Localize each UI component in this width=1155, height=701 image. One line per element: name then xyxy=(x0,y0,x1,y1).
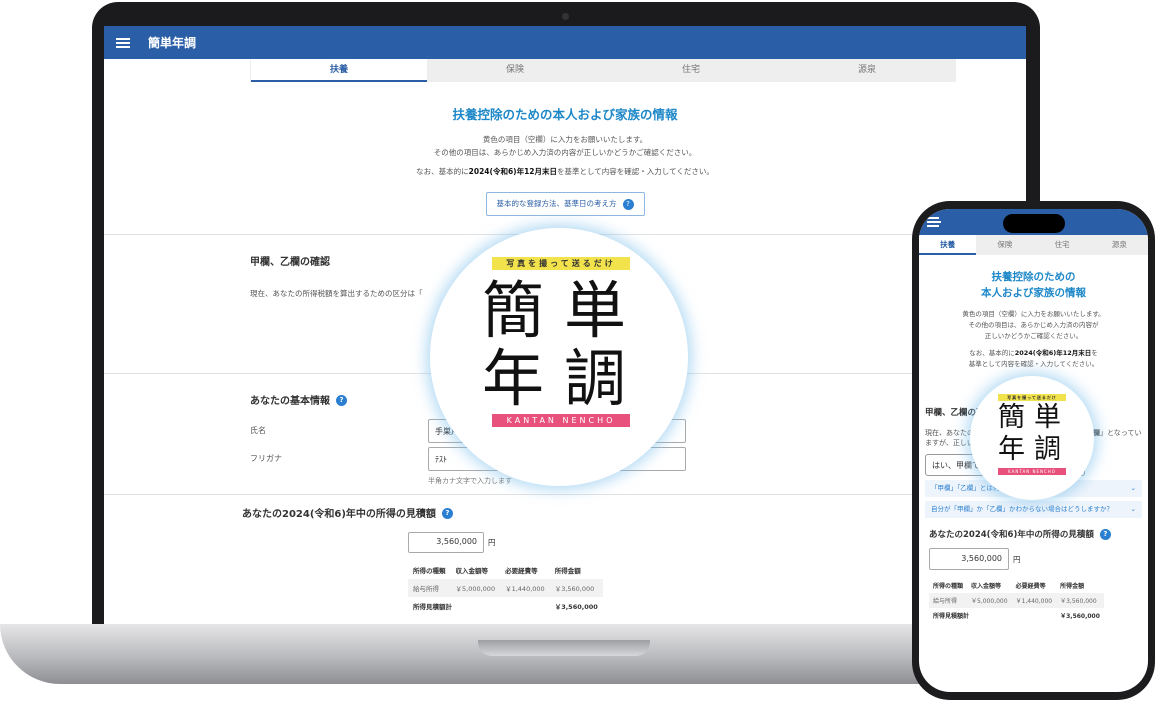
tab-jutaku[interactable]: 住宅 xyxy=(603,59,779,82)
help-icon[interactable]: ? xyxy=(441,508,453,519)
chevron-down-icon: ⌄ xyxy=(1130,484,1136,492)
table-header: 所得金額 xyxy=(554,566,581,575)
logo-char: 年 xyxy=(482,342,545,415)
help-icon[interactable]: ? xyxy=(336,395,347,406)
logo-char: 調 xyxy=(564,342,627,415)
total-label: 所得見積額計 xyxy=(933,613,970,620)
page-title: 扶養控除のための本人および家族の情報 xyxy=(452,107,678,122)
laptop-camera xyxy=(562,13,569,20)
chevron-down-icon: ⌄ xyxy=(1130,505,1136,513)
table-cell: 給与所得 xyxy=(408,578,451,597)
table-header: 収入金額等 xyxy=(455,566,489,575)
total-value: ￥3,560,000 xyxy=(1060,613,1100,620)
table-cell: ￥3,560,000 xyxy=(1056,593,1104,608)
tab-bar: 扶養 保険 住宅 源泉 xyxy=(250,59,956,82)
tab-hoken[interactable]: 保険 xyxy=(976,235,1033,255)
logo-romaji: KANTAN NENCHO xyxy=(998,468,1066,475)
tab-jutaku[interactable]: 住宅 xyxy=(1034,235,1091,255)
phone-page-title: 扶養控除のための 本人および家族の情報 xyxy=(981,271,1086,299)
tab-gensen[interactable]: 源泉 xyxy=(1091,235,1148,255)
logo-tagline: 写真を撮って送るだけ xyxy=(998,394,1066,401)
divider xyxy=(104,493,1026,495)
logo-romaji: KANTAN NENCHO xyxy=(492,414,630,427)
intro-section: 扶養控除のための本人および家族の情報 黄色の項目（空欄）に入力をお願いいたします… xyxy=(104,82,1026,216)
table-cell: ￥1,440,000 xyxy=(1011,593,1057,608)
logo-char: 簡 xyxy=(998,402,1025,433)
hamburger-menu-icon[interactable] xyxy=(116,37,130,48)
table-row: 給与所得 ￥5,000,000 ￥1,440,000 ￥3,560,000 xyxy=(929,593,1104,608)
logo-char: 簡 xyxy=(482,274,545,347)
help-icon[interactable]: ? xyxy=(1099,529,1111,540)
logo-char: 単 xyxy=(564,274,627,347)
intro-line-1: 黄色の項目（空欄）に入力をお願いいたします。 xyxy=(482,135,648,144)
tab-fuyou[interactable]: 扶養 xyxy=(919,235,977,255)
table-header-row: 所得の種類 収入金額等 必要経費等 所得金額 xyxy=(929,578,1104,593)
table-cell: ￥1,440,000 xyxy=(500,578,550,597)
logo-tagline: 写真を撮って送るだけ xyxy=(492,257,630,270)
phone-income-table: 所得の種類 収入金額等 必要経費等 所得金額 給与所得 ￥5,000,000 ￥… xyxy=(929,578,1104,623)
tab-hoken[interactable]: 保険 xyxy=(427,59,603,82)
table-header-row: 所得の種類 収入金額等 必要経費等 所得金額 xyxy=(408,561,603,579)
table-row: 給与所得 ￥5,000,000 ￥1,440,000 ￥3,560,000 xyxy=(408,578,603,597)
table-cell: ￥3,560,000 xyxy=(549,578,603,597)
kana-label: フリガナ xyxy=(250,454,282,463)
name-label: 氏名 xyxy=(250,426,266,435)
app-bar: 簡単年調 xyxy=(104,26,1026,59)
phone-income-unit: 円 xyxy=(1013,554,1021,564)
table-total-row: 所得見積額計 ￥3,560,000 xyxy=(408,597,603,615)
tab-gensen[interactable]: 源泉 xyxy=(779,59,955,82)
income-table: 所得の種類 収入金額等 必要経費等 所得金額 給与所得 ￥5,000,000 ￥… xyxy=(408,561,603,615)
income-amount-field[interactable]: 3,560,000 xyxy=(408,531,484,553)
phone-tab-bar: 扶養 保険 住宅 源泉 xyxy=(919,235,1148,255)
income-title: あなたの2024(令和6)年中の所得の見積額? xyxy=(242,505,1026,520)
help-icon: ? xyxy=(622,198,634,210)
logo-char: 調 xyxy=(1034,434,1061,465)
logo-char: 年 xyxy=(998,434,1025,465)
tab-fuyou[interactable]: 扶養 xyxy=(251,59,427,82)
income-unit: 円 xyxy=(488,537,496,547)
phone-income-input-row: 3,560,000 円 xyxy=(929,548,1148,570)
table-cell: ￥5,000,000 xyxy=(450,578,501,597)
table-header: 必要経費等 xyxy=(505,566,538,575)
table-cell: 給与所得 xyxy=(929,593,968,608)
intro-line-2: その他の項目は、あらかじめ入力済の内容が正しいかどうかご確認ください。 xyxy=(433,148,697,157)
intro-line-3: なお、基本的に2024(令和6)年12月末日を基準として内容を確認・入力してくだ… xyxy=(416,167,714,176)
phone-intro: 黄色の項目（空欄）に入力をお願いいたします。 その他の項目は、あらかじめ入力済の… xyxy=(962,310,1105,368)
phone-income-amount-field[interactable]: 3,560,000 xyxy=(929,548,1009,570)
table-header: 所得金額 xyxy=(1060,583,1085,590)
table-total-row: 所得見積額計 ￥3,560,000 xyxy=(929,608,1104,623)
logo-badge-large: 写真を撮って送るだけ 簡 単 年 調 KANTAN NENCHO xyxy=(430,228,688,486)
logo-char: 単 xyxy=(1034,402,1061,433)
product-mockup: 簡単年調 扶養 保険 住宅 源泉 扶養控除のための本人および家族の情報 黄色の項… xyxy=(0,0,1155,701)
laptop-notch xyxy=(478,640,650,656)
table-header: 所得の種類 xyxy=(933,583,964,590)
table-cell: ￥5,000,000 xyxy=(967,593,1012,608)
total-value: ￥3,560,000 xyxy=(554,602,598,611)
table-header: 必要経費等 xyxy=(1015,583,1046,590)
phone-income-title: あなたの2024(令和6)年中の所得の見積額? xyxy=(929,528,1148,540)
app-title: 簡単年調 xyxy=(148,36,197,50)
hamburger-menu-icon[interactable] xyxy=(927,217,941,227)
faq-link-2[interactable]: 自分が「甲欄」か「乙欄」かわからない場合はどうしますか？ ⌄ xyxy=(925,501,1142,518)
table-header: 所得の種類 xyxy=(413,566,446,575)
table-header: 収入金額等 xyxy=(971,583,1002,590)
guide-button[interactable]: 基本的な登録方法、基準日の考え方? xyxy=(485,192,645,216)
total-label: 所得見積額計 xyxy=(413,602,452,611)
phone-dynamic-island xyxy=(1003,214,1065,233)
logo-badge-small: 写真を撮って送るだけ 簡 単 年 調 KANTAN NENCHO xyxy=(970,376,1094,500)
